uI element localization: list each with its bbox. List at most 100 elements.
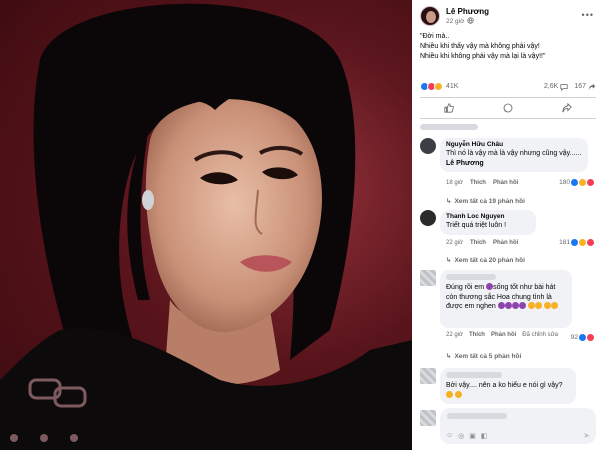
purple-heart-emoji (497, 302, 505, 309)
reaction-icons[interactable]: 41K (420, 82, 458, 91)
comment-text: Thì nó là vậy mà là vậy nhưng cũng vậy..… (446, 149, 582, 168)
comment-time[interactable]: 22 giờ (446, 332, 463, 338)
comment-like-button[interactable]: Thích (470, 240, 486, 246)
smile-emoji (454, 390, 462, 398)
post-photo[interactable] (0, 0, 412, 450)
reaction-count[interactable]: 41K (446, 83, 458, 90)
reply-arrow-icon: ↳ (446, 257, 452, 264)
purple-heart-emoji (518, 302, 526, 309)
comment-time[interactable]: 22 giờ (446, 240, 463, 246)
comment-text: Đúng rồi em sống tốt như bài hát còn thư… (446, 283, 566, 312)
post-text: "Đời mà.. Nhiều khi thấy vậy mà không ph… (420, 32, 596, 62)
purple-heart-emoji (511, 302, 519, 309)
facebook-photo-viewer: Lê Phương 22 giờ ••• "Đời mà.. Nhiều khi… (0, 0, 600, 450)
view-replies-label: Xem tất cả 20 phản hồi (454, 256, 525, 264)
view-replies-link[interactable]: ↳ Xem tất cả 20 phản hồi (446, 256, 525, 265)
view-replies-link[interactable]: ↳ Xem tất cả 5 phản hồi (446, 352, 522, 361)
post-header: Lê Phương 22 giờ (420, 6, 489, 26)
comment-body: Thì nó là vậy mà là vậy nhưng cũng vậy..… (446, 150, 582, 157)
smile-emoji (527, 302, 535, 309)
post-stats: 2,6K 167 (544, 83, 596, 91)
send-icon[interactable]: ➤ (583, 431, 590, 440)
comment-body: Bởi vậy.... nên a ko hiểu e nói gì vậy? (446, 382, 563, 389)
smile-emoji (543, 302, 551, 309)
comment-mention[interactable]: Lê Phương (446, 160, 484, 167)
comment-button[interactable] (488, 101, 528, 115)
comment-edited-label[interactable]: Đã chỉnh sửa (522, 332, 558, 338)
comment-bubble: Đúng rồi em sống tốt như bài hát còn thư… (440, 270, 572, 328)
comments-count: 2,6K (543, 83, 559, 90)
comment-item: Nguyễn Hữu Châu Thì nó là vậy mà là vậy … (420, 138, 596, 196)
comment-body: Đúng rồi em (446, 284, 487, 291)
comment-time[interactable]: 18 giờ (446, 180, 463, 186)
comment-reply-button[interactable]: Phản hồi (493, 240, 518, 246)
comment-reply-button[interactable]: Phản hồi (493, 180, 518, 186)
portrait-illustration (0, 0, 412, 450)
current-user-avatar[interactable] (420, 410, 436, 426)
comment-like-button[interactable]: Thích (469, 332, 485, 338)
sticker-icon[interactable]: ◧ (481, 432, 488, 440)
commenter-avatar[interactable] (420, 368, 436, 384)
comment-bubble: Bởi vậy.... nên a ko hiểu e nói gì vậy? (440, 368, 576, 404)
comment-input[interactable]: ☺ ◎ ▣ ◧ ➤ (440, 408, 596, 444)
author-avatar[interactable] (420, 6, 440, 26)
love-reaction-icon (587, 179, 594, 186)
commenter-name[interactable]: Thanh Loc Nguyen (446, 213, 530, 220)
shares-count: 167 (574, 83, 586, 90)
share-button[interactable] (547, 101, 587, 115)
reactions-summary: 41K 2,6K 167 (420, 82, 596, 91)
comment-reactions[interactable]: 181 (557, 239, 596, 246)
comment-reactions[interactable]: 92 (568, 334, 596, 341)
view-replies-label: Xem tất cả 5 phản hồi (454, 352, 522, 360)
smile-emoji (534, 302, 542, 309)
divider (420, 118, 596, 119)
comment-bubble: Thanh Loc Nguyen Triết quá triệt luôn ! (440, 210, 536, 235)
comment-item: Đúng rồi em sống tốt như bài hát còn thư… (420, 270, 596, 350)
more-options-icon[interactable]: ••• (582, 10, 594, 20)
post-meta: 22 giờ (446, 16, 489, 26)
comment-item: Thanh Loc Nguyen Triết quá triệt luôn ! … (420, 210, 596, 256)
comments-stat[interactable]: 2,6K (544, 83, 568, 91)
comment-text: Triết quá triệt luôn ! (446, 222, 507, 229)
haha-reaction-icon (579, 239, 586, 246)
haha-reaction-icon (434, 82, 443, 91)
post-time[interactable]: 22 giờ (446, 18, 464, 25)
comment-composer: ☺ ◎ ▣ ◧ ➤ (420, 408, 596, 446)
comment-react-count: 180 (559, 179, 570, 186)
blurred-placeholder (447, 413, 507, 419)
comment-count-icon (560, 83, 568, 91)
view-replies-link[interactable]: ↳ Xem tất cả 19 phản hồi (446, 197, 525, 206)
like-button[interactable] (429, 101, 469, 115)
commenter-avatar[interactable] (420, 270, 436, 286)
emoji-icon[interactable]: ☺ (446, 432, 453, 440)
comment-meta: 18 giờ Thích Phản hồi (446, 180, 518, 186)
comment-reply-button[interactable]: Phản hồi (491, 332, 516, 338)
post-action-bar (420, 100, 596, 116)
like-reaction-icon (579, 334, 586, 341)
comment-react-count: 92 (570, 334, 578, 341)
like-reaction-icon (571, 239, 578, 246)
author-name[interactable]: Lê Phương (446, 7, 489, 16)
comment-text: Bởi vậy.... nên a ko hiểu e nói gì vậy? (446, 381, 570, 400)
commenter-name[interactable]: Nguyễn Hữu Châu (446, 141, 582, 148)
reply-arrow-icon: ↳ (446, 353, 452, 360)
composer-icons: ☺ ◎ ▣ ◧ (446, 432, 488, 440)
post-text-line: Nhiều khi không phải vậy mà lại là vậy!!… (420, 53, 546, 60)
commenter-avatar[interactable] (420, 210, 436, 226)
comment-reactions[interactable]: 180 (557, 179, 596, 186)
post-text-line: Nhiều khi thấy vậy mà không phải vậy! (420, 43, 540, 50)
gif-icon[interactable]: ▣ (469, 432, 476, 440)
shares-stat[interactable]: 167 (574, 83, 596, 91)
blurred-commenter-name (446, 274, 496, 280)
view-replies-label: Xem tất cả 19 phản hồi (454, 197, 525, 205)
blurred-commenter-name (446, 372, 502, 378)
love-reaction-icon (587, 239, 594, 246)
comment-bubble: Nguyễn Hữu Châu Thì nó là vậy mà là vậy … (440, 138, 588, 172)
comment-like-button[interactable]: Thích (470, 180, 486, 186)
share-count-icon (588, 83, 596, 90)
divider (420, 97, 596, 98)
commenter-avatar[interactable] (420, 138, 436, 154)
purple-heart-emoji (504, 302, 512, 309)
comment-react-count: 181 (559, 239, 570, 246)
camera-icon[interactable]: ◎ (458, 432, 464, 440)
